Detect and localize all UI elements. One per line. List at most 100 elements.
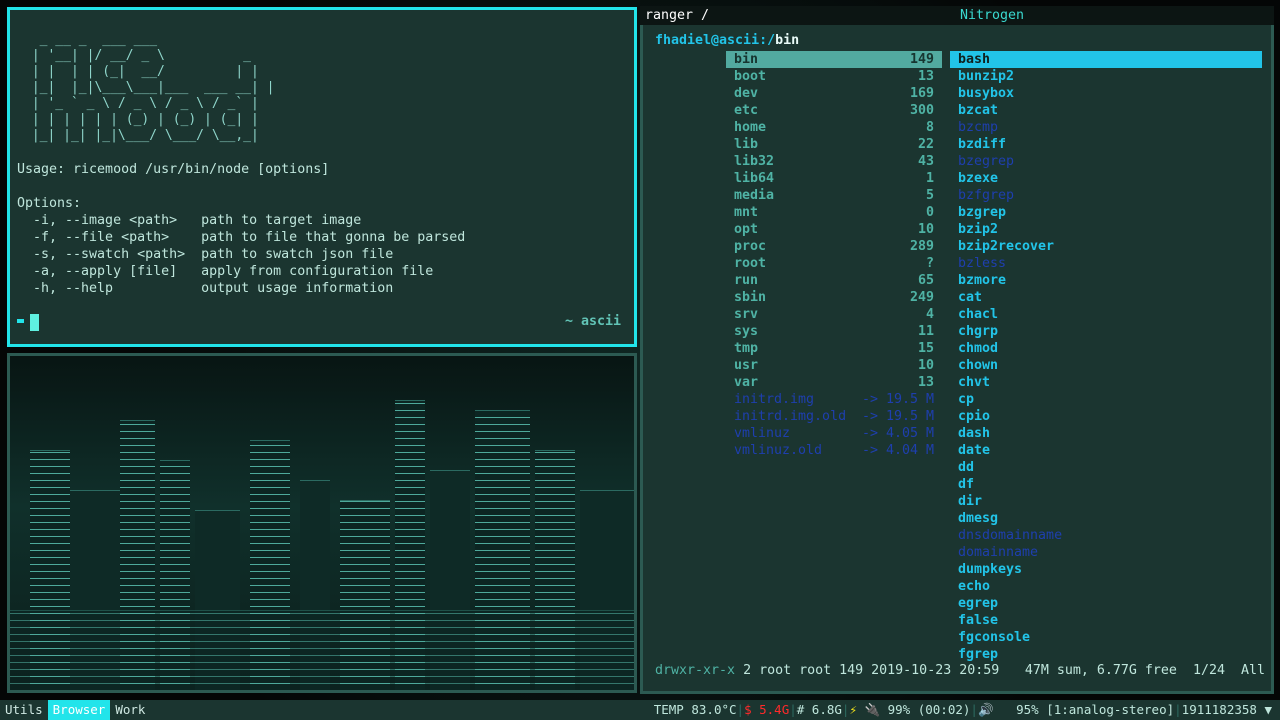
file-entry[interactable]: bzexe (950, 170, 1262, 187)
file-name: chown (958, 358, 999, 373)
current-path: fhadiel@ascii:/bin (655, 33, 799, 48)
file-entry[interactable]: etc 300 (726, 102, 942, 119)
file-name: bzip2 (958, 222, 999, 237)
file-entry[interactable]: initrd.img.old -> 19.5 M (726, 408, 942, 425)
file-name: sys (734, 324, 759, 339)
file-entry[interactable]: usr 10 (726, 357, 942, 374)
right-prompt: ~ ascii (564, 314, 621, 329)
file-size: 15 (917, 341, 934, 356)
workspace-utils[interactable]: Utils (0, 700, 48, 720)
file-entry[interactable]: busybox (950, 85, 1262, 102)
file-entry[interactable]: sbin 249 (726, 289, 942, 306)
file-name: initrd.img (734, 392, 815, 407)
file-entry[interactable]: cp (950, 391, 1262, 408)
terminal-window[interactable]: _ __ _ ___ ___ | '__| |/ __/ _ \ _ | | |… (7, 7, 637, 347)
file-entry[interactable]: chvt (950, 374, 1262, 391)
file-entry[interactable]: dir (950, 493, 1262, 510)
file-entry[interactable]: bzless (950, 255, 1262, 272)
file-entry[interactable]: bzgrep (950, 204, 1262, 221)
workspace-browser[interactable]: Browser (47, 700, 111, 720)
file-entry[interactable]: home 8 (726, 119, 942, 136)
file-name: var (734, 375, 759, 390)
file-entry[interactable]: bzegrep (950, 153, 1262, 170)
file-name: chgrp (958, 324, 999, 339)
file-entry[interactable]: chown (950, 357, 1262, 374)
file-size: 10 (917, 222, 934, 237)
file-entry[interactable]: echo (950, 578, 1262, 595)
file-name: fgconsole (958, 630, 1031, 645)
lightning-icon: ⚡ (849, 702, 857, 717)
file-entry[interactable]: bzmore (950, 272, 1262, 289)
file-size: ? (925, 256, 934, 271)
file-entry[interactable]: domainname (950, 544, 1262, 561)
file-entry[interactable]: run 65 (726, 272, 942, 289)
file-name: bzmore (958, 273, 1007, 288)
file-size: 10 (917, 358, 934, 373)
file-entry[interactable]: dumpkeys (950, 561, 1262, 578)
file-name: chacl (958, 307, 999, 322)
file-entry[interactable]: cpio (950, 408, 1262, 425)
file-entry[interactable]: mnt 0 (726, 204, 942, 221)
file-entry[interactable]: cat (950, 289, 1262, 306)
file-name: bunzip2 (958, 69, 1015, 84)
file-entry[interactable]: bzip2 (950, 221, 1262, 238)
file-entry[interactable]: bzip2recover (950, 238, 1262, 255)
file-entry[interactable]: bzcat (950, 102, 1262, 119)
file-entry[interactable]: initrd.img -> 19.5 M (726, 391, 942, 408)
file-entry[interactable]: false (950, 612, 1262, 629)
file-entry[interactable]: dev 169 (726, 85, 942, 102)
file-entry[interactable]: boot 13 (726, 68, 942, 85)
file-entry[interactable]: date (950, 442, 1262, 459)
file-entry[interactable]: var 13 (726, 374, 942, 391)
file-name: bzgrep (958, 205, 1007, 220)
file-entry[interactable]: bzfgrep (950, 187, 1262, 204)
current-directory-list[interactable]: bash bunzip2 busybox bzcat bzcmp bzdiff bzegre… (950, 51, 1262, 663)
file-entry[interactable]: fgconsole (950, 629, 1262, 646)
file-entry[interactable]: media 5 (726, 187, 942, 204)
file-entry[interactable]: dmesg (950, 510, 1262, 527)
file-entry[interactable]: lib32 43 (726, 153, 942, 170)
file-entry[interactable]: chgrp (950, 323, 1262, 340)
file-entry[interactable]: lib 22 (726, 136, 942, 153)
file-entry[interactable]: dd (950, 459, 1262, 476)
window-titlebar: ranger / Nitrogen (640, 6, 1274, 25)
file-entry[interactable]: proc 289 (726, 238, 942, 255)
option-line: -h, --help output usage information (17, 281, 394, 296)
file-name: dir (958, 494, 983, 509)
file-entry[interactable]: vmlinuz.old -> 4.04 M (726, 442, 942, 459)
file-entry[interactable]: opt 10 (726, 221, 942, 238)
file-entry[interactable]: bin 149 (726, 51, 942, 68)
path-dir: bin (775, 33, 800, 48)
file-entry[interactable]: dnsdomainname (950, 527, 1262, 544)
file-name: echo (958, 579, 991, 594)
file-entry[interactable]: bzdiff (950, 136, 1262, 153)
file-entry[interactable]: egrep (950, 595, 1262, 612)
file-name: fgrep (958, 647, 999, 662)
ranger-window[interactable]: ranger / Nitrogen fhadiel@ascii:/bin bin… (640, 6, 1274, 694)
file-entry[interactable]: df (950, 476, 1262, 493)
file-name: bzcmp (958, 120, 999, 135)
file-entry[interactable]: chmod (950, 340, 1262, 357)
file-entry[interactable]: tmp 15 (726, 340, 942, 357)
file-entry[interactable]: bzcmp (950, 119, 1262, 136)
file-size: 289 (909, 239, 934, 254)
file-size: 169 (909, 86, 934, 101)
volume-status[interactable]: 95% [1:analog-stereo] (1016, 702, 1174, 717)
file-entry[interactable]: lib64 1 (726, 170, 942, 187)
file-entry[interactable]: dash (950, 425, 1262, 442)
taskbar: Utils Browser Work TEMP 83.0°C|$ 5.4G|# 6.… (0, 700, 1280, 720)
file-entry[interactable]: srv 4 (726, 306, 942, 323)
file-entry[interactable]: fgrep (950, 646, 1262, 663)
file-name: bzless (958, 256, 1007, 271)
file-entry[interactable]: root? (726, 255, 942, 272)
file-entry[interactable]: bash (950, 51, 1262, 68)
file-name: media (734, 188, 775, 203)
file-entry[interactable]: bunzip2 (950, 68, 1262, 85)
file-entry[interactable]: sys 11 (726, 323, 942, 340)
parent-directory-list[interactable]: bin 149 boot 13 dev 169 etc 300 home 8 lib 22 lib32 4… (726, 51, 942, 459)
file-entry[interactable]: vmlinuz -> 4.05 M (726, 425, 942, 442)
file-entry[interactable]: chacl (950, 306, 1262, 323)
shell-prompt[interactable]: ~ ascii (17, 314, 627, 331)
workspace-work[interactable]: Work (110, 700, 150, 720)
option-line: -f, --file <path> path to file that gonn… (17, 230, 466, 245)
